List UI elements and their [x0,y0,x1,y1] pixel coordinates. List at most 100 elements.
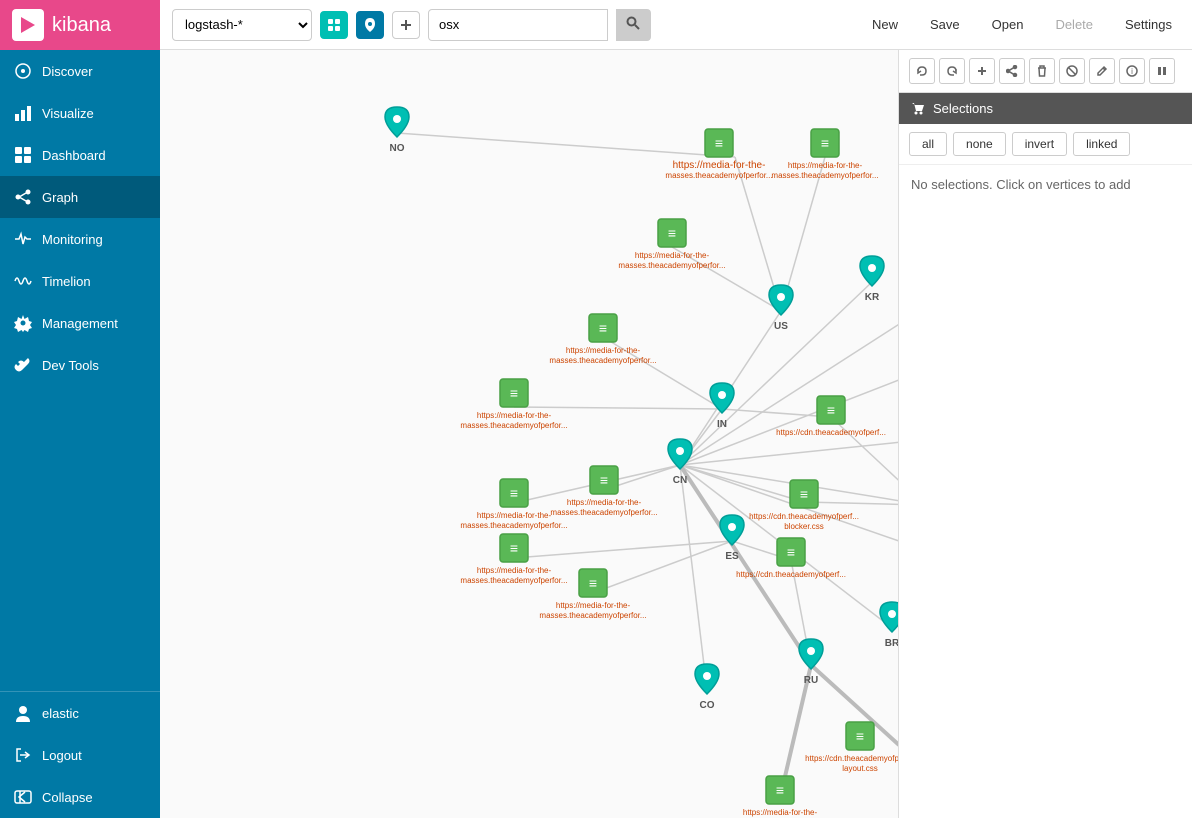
undo-btn[interactable] [909,58,935,84]
svg-text:layout.css: layout.css [842,764,878,773]
open-button[interactable]: Open [984,13,1032,36]
svg-text:https://cdn.theacademyofperf..: https://cdn.theacademyofperf... [776,428,886,437]
doc-node[interactable]: ≡ https://cdn.theacademyofperf... blocke… [749,480,859,531]
doc-node[interactable]: ≡ https://media-for-the- masses.theacade… [460,479,567,530]
svg-text:masses.theacademyofperfor...: masses.theacademyofperfor... [460,421,567,430]
index-pattern-select[interactable]: logstash-* [172,9,312,41]
svg-text:masses.theacademyofperfor...: masses.theacademyofperfor... [539,611,646,620]
svg-text:IN: IN [717,419,727,430]
location-node-ru[interactable]: RU [799,639,823,686]
share-btn[interactable] [999,58,1025,84]
svg-text:https://media-for-the-: https://media-for-the- [477,566,552,575]
collapse-label: Collapse [42,790,93,805]
save-button[interactable]: Save [922,13,968,36]
doc-node[interactable]: ≡ https://media-for-the- masses.theacade… [726,776,833,818]
user-icon [14,704,32,722]
location-node-co[interactable]: CO [695,664,719,711]
svg-text:RU: RU [804,675,818,686]
search-button[interactable] [616,9,651,41]
svg-text:https://media-for-the-: https://media-for-the- [743,808,818,817]
sidebar-item-management[interactable]: Management [0,302,160,344]
new-button[interactable]: New [864,13,906,36]
svg-text:masses.theacademyofperfor...: masses.theacademyofperfor... [460,521,567,530]
sidebar-item-timelion[interactable]: Timelion [0,260,160,302]
location-node-kr[interactable]: KR [860,256,884,303]
select-all-btn[interactable]: all [909,132,947,156]
svg-text:masses.theacademyofperfor...: masses.theacademyofperfor... [549,356,656,365]
svg-text:https://media-for-the-: https://media-for-the- [477,411,552,420]
doc-node[interactable]: ≡ https://media-for-the- masses.theacade… [618,219,725,270]
search-input[interactable] [428,9,608,41]
add-node-btn[interactable] [969,58,995,84]
sidebar-item-devtools[interactable]: Dev Tools [0,344,160,386]
sidebar-item-discover[interactable]: Discover [0,50,160,92]
svg-text:masses.theacademyofperfor...: masses.theacademyofperfor... [460,576,567,585]
grid-icon [14,146,32,164]
svg-text:≡: ≡ [510,385,518,401]
sidebar-item-visualize[interactable]: Visualize [0,92,160,134]
sidebar-item-monitoring[interactable]: Monitoring [0,218,160,260]
graph-doc-nodes[interactable]: ≡ https://media-for-the- masses.theacade… [460,129,898,818]
pause-btn[interactable] [1149,58,1175,84]
sidebar-item-graph[interactable]: Graph [0,176,160,218]
graph-icon [14,188,32,206]
info-btn[interactable]: i [1119,58,1145,84]
cart-icon [911,102,925,116]
content-area: ≡ https://media-for-the- masses.theacade… [160,50,1192,818]
selection-empty-message: No selections. Click on vertices to add [899,165,1192,818]
edit-btn[interactable] [1089,58,1115,84]
svg-text:≡: ≡ [821,135,829,151]
add-field-btn[interactable] [392,11,420,39]
selection-buttons-area: all none invert linked [899,124,1192,165]
doc-node[interactable]: ≡ https://cdn.theacademyofperf... [736,538,846,579]
svg-text:CO: CO [700,700,715,711]
topbar-actions: New Save Open Delete Settings [864,13,1180,36]
sidebar-item-dashboard[interactable]: Dashboard [0,134,160,176]
sidebar: kibana Discover Visualize Dashboard [0,0,160,818]
doc-node[interactable]: ≡ https://cdn.theacademyofperf... [776,396,886,437]
doc-node[interactable]: ≡ https://media-for-the- masses.theacade… [771,129,878,180]
compass-icon [14,62,32,80]
wrench-icon [14,356,32,374]
field-icon-btn-1[interactable] [320,11,348,39]
block-btn[interactable] [1059,58,1085,84]
doc-node[interactable]: ≡ https://media-for-the- masses.theacade… [549,314,656,365]
svg-text:https://media-for-the-: https://media-for-the- [477,511,552,520]
panel-toolbar: i [899,50,1192,93]
svg-text:CN: CN [673,475,687,486]
svg-text:https://media-for-the-: https://media-for-the- [556,601,631,610]
select-invert-btn[interactable]: invert [1012,132,1067,156]
svg-text:https://media-for-the-: https://media-for-the- [567,498,642,507]
wave-icon [14,272,32,290]
doc-node[interactable]: ≡ https://media-for-the- masses.theacade… [665,129,772,180]
sidebar-item-logout[interactable]: Logout [0,734,160,776]
sidebar-item-collapse[interactable]: Collapse [0,776,160,818]
redo-btn[interactable] [939,58,965,84]
logout-label: Logout [42,748,82,763]
location-node-in[interactable]: IN [710,383,734,430]
sidebar-item-elastic[interactable]: elastic [0,692,160,734]
svg-text:https://media-for-the-: https://media-for-the- [788,161,863,170]
gear-icon [14,314,32,332]
select-none-btn[interactable]: none [953,132,1006,156]
svg-text:https://cdn.theacademyofperf..: https://cdn.theacademyofperf... [749,512,859,521]
svg-text:≡: ≡ [668,225,676,241]
dashboard-label: Dashboard [42,148,106,163]
collapse-icon [14,788,32,806]
location-node-br[interactable]: BR [880,602,898,649]
svg-text:masses.theacademyofperfor...: masses.theacademyofperfor... [771,171,878,180]
graph-canvas[interactable]: ≡ https://media-for-the- masses.theacade… [160,50,898,818]
location-node-no[interactable]: NO [385,107,409,154]
location-icon-btn[interactable] [356,11,384,39]
select-linked-btn[interactable]: linked [1073,132,1130,156]
svg-text:≡: ≡ [787,544,795,560]
svg-text:ES: ES [725,551,739,562]
doc-node[interactable]: ≡ https://media-for-the- masses.theacade… [460,534,567,585]
svg-text:US: US [774,321,788,332]
doc-node[interactable]: ≡ https://media-for-the- masses.theacade… [460,379,567,430]
devtools-label: Dev Tools [42,358,99,373]
svg-text:≡: ≡ [589,575,597,591]
settings-button[interactable]: Settings [1117,13,1180,36]
delete-node-btn[interactable] [1029,58,1055,84]
svg-text:≡: ≡ [800,486,808,502]
